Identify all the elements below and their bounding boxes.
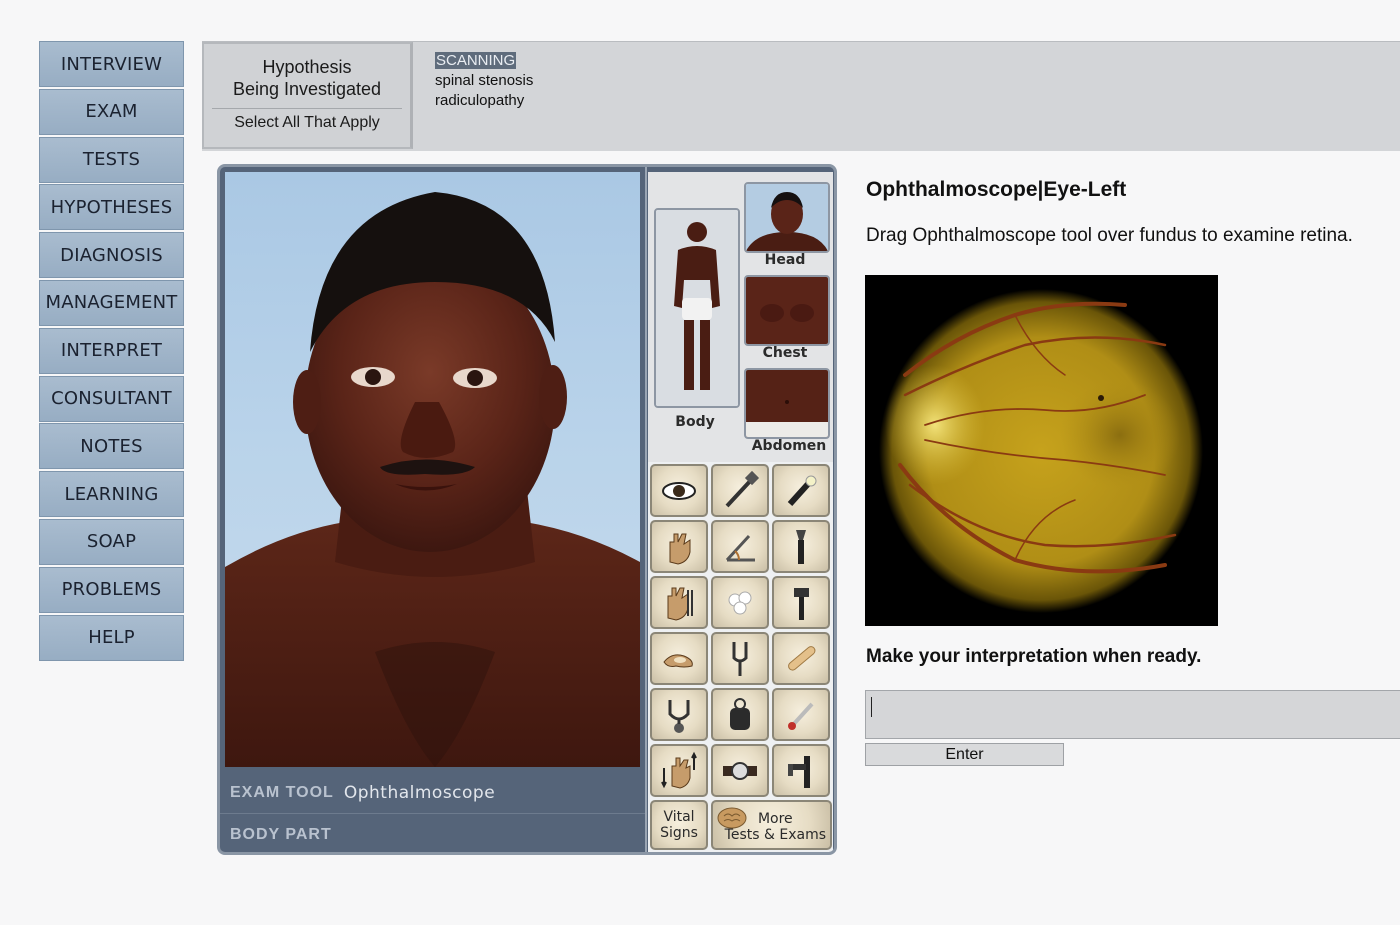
region-chest-label: Chest <box>762 345 808 361</box>
reflex-hammer-icon <box>725 470 760 507</box>
body-part-label: BODY PART <box>230 825 332 843</box>
tool-eye-button[interactable] <box>650 464 708 517</box>
goniometer-icon <box>725 534 755 561</box>
panel-divider <box>645 167 647 852</box>
hypothesis-title: Hypothesis Being Investigated <box>212 56 402 109</box>
more-tests-button[interactable]: More Tests & Exams <box>711 800 832 850</box>
exam-side-panel: Body Head Chest Abdomen Vital Signs More… <box>648 172 833 852</box>
region-abdomen-button[interactable] <box>744 368 830 439</box>
exam-tool-info: EXAM TOOL Ophthalmoscope BODY PART <box>220 772 645 852</box>
exam-panel: EXAM TOOL Ophthalmoscope BODY PART Body <box>217 164 837 855</box>
nav-notes-button[interactable]: NOTES <box>39 423 184 470</box>
hypothesis-item-scanning[interactable]: SCANNING <box>435 52 517 69</box>
tongue-depressor-icon <box>788 645 816 671</box>
nav-tests-button[interactable]: TESTS <box>39 136 184 183</box>
tool-stethoscope-button[interactable] <box>650 688 708 741</box>
tool-tuning-fork-button[interactable] <box>711 632 769 685</box>
exam-tools-grid <box>650 464 832 797</box>
tool-palpation-button[interactable] <box>650 520 708 573</box>
body-thumbnail-icon <box>656 210 738 406</box>
smell-icon <box>663 653 693 667</box>
vital-signs-label-line1: Vital <box>663 809 695 825</box>
tool-tuning-hammer-button[interactable] <box>772 576 830 629</box>
hypothesis-bar: Hypothesis Being Investigated Select All… <box>202 41 1400 151</box>
exam-tool-row: EXAM TOOL Ophthalmoscope <box>220 772 645 814</box>
tool-percussion-button[interactable] <box>650 576 708 629</box>
palpation-hand-icon <box>669 533 691 565</box>
interpretation-prompt: Make your interpretation when ready. <box>866 646 1202 667</box>
main-nav: INTERVIEW EXAM TESTS HYPOTHESES DIAGNOSI… <box>39 41 184 662</box>
tool-smell-button[interactable] <box>650 632 708 685</box>
body-part-row: BODY PART <box>220 814 645 852</box>
stethoscope-icon <box>668 699 690 733</box>
fundus-image[interactable] <box>865 275 1218 626</box>
nav-learning-button[interactable]: LEARNING <box>39 471 184 518</box>
nav-interview-button[interactable]: INTERVIEW <box>39 41 184 87</box>
tool-ophthalmoscope-button[interactable] <box>772 744 830 797</box>
region-abdomen-label: Abdomen <box>751 438 827 454</box>
penlight-icon <box>787 475 817 506</box>
brain-icon <box>717 807 747 829</box>
region-body-label: Body <box>675 414 715 430</box>
nav-interpret-button[interactable]: INTERPRET <box>39 327 184 374</box>
ophthalmoscope-icon <box>788 755 810 788</box>
tuning-hammer-icon <box>794 587 809 620</box>
region-head-label: Head <box>764 252 806 268</box>
patient-portrait-image <box>225 192 640 767</box>
region-chest-button[interactable] <box>744 275 830 346</box>
tool-goniometer-button[interactable] <box>711 520 769 573</box>
text-caret <box>871 697 872 717</box>
hypothesis-item[interactable]: radiculopathy <box>435 91 533 111</box>
nav-consultant-button[interactable]: CONSULTANT <box>39 375 184 422</box>
nav-help-button[interactable]: HELP <box>39 614 184 661</box>
retina-image <box>879 289 1203 613</box>
patient-photo[interactable] <box>225 172 640 767</box>
tool-strength-button[interactable] <box>650 744 708 797</box>
tool-tongue-depressor-button[interactable] <box>772 632 830 685</box>
region-body-button[interactable] <box>654 208 740 408</box>
otoscope-icon <box>796 529 806 564</box>
tool-penlight-button[interactable] <box>772 464 830 517</box>
nav-exam-button[interactable]: EXAM <box>39 88 184 135</box>
tool-watch-button[interactable] <box>711 744 769 797</box>
eye-icon <box>662 481 696 500</box>
finding-title: Ophthalmoscope|Eye-Left <box>866 178 1127 201</box>
hypothesis-item[interactable]: spinal stenosis <box>435 71 533 91</box>
tool-thermometer-button[interactable] <box>772 688 830 741</box>
finding-instruction: Drag Ophthalmoscope tool over fundus to … <box>866 225 1353 246</box>
tool-cotton-button[interactable] <box>711 576 769 629</box>
exam-bottom-tools: Vital Signs More Tests & Exams <box>650 800 832 850</box>
exam-tool-label: EXAM TOOL <box>230 783 334 801</box>
blood-pressure-cuff-icon <box>730 697 750 730</box>
enter-button[interactable]: Enter <box>865 743 1064 766</box>
vital-signs-label-line2: Signs <box>660 825 698 841</box>
hypothesis-header-box[interactable]: Hypothesis Being Investigated Select All… <box>202 42 413 149</box>
nav-soap-button[interactable]: SOAP <box>39 518 184 565</box>
body-region-selector: Body Head Chest Abdomen <box>648 172 833 462</box>
hypothesis-subtitle: Select All That Apply <box>234 114 380 131</box>
nav-diagnosis-button[interactable]: DIAGNOSIS <box>39 232 184 279</box>
cotton-ball-icon <box>728 591 752 614</box>
abdomen-thumbnail-icon <box>746 370 828 437</box>
hypothesis-title-line2: Being Investigated <box>232 79 382 99</box>
interpretation-input[interactable] <box>865 690 1400 739</box>
exam-tool-value: Ophthalmoscope <box>343 782 496 803</box>
vital-signs-button[interactable]: Vital Signs <box>650 800 708 850</box>
nav-hypotheses-button[interactable]: HYPOTHESES <box>39 184 184 231</box>
tool-reflex-hammer-button[interactable] <box>711 464 769 517</box>
percussion-hand-icon <box>667 587 693 621</box>
tool-otoscope-button[interactable] <box>772 520 830 573</box>
thermometer-icon <box>788 702 814 730</box>
strength-hand-icon <box>661 751 697 789</box>
nav-management-button[interactable]: MANAGEMENT <box>39 279 184 326</box>
tool-bp-cuff-button[interactable] <box>711 688 769 741</box>
hypothesis-title-line1: Hypothesis <box>262 57 352 77</box>
nav-problems-button[interactable]: PROBLEMS <box>39 566 184 613</box>
head-thumbnail-icon <box>746 184 828 251</box>
region-head-button[interactable] <box>744 182 830 253</box>
tuning-fork-icon <box>732 641 748 676</box>
watch-icon <box>723 761 757 780</box>
chest-thumbnail-icon <box>746 277 828 344</box>
hypothesis-list: SCANNING spinal stenosis radiculopathy <box>435 51 533 111</box>
